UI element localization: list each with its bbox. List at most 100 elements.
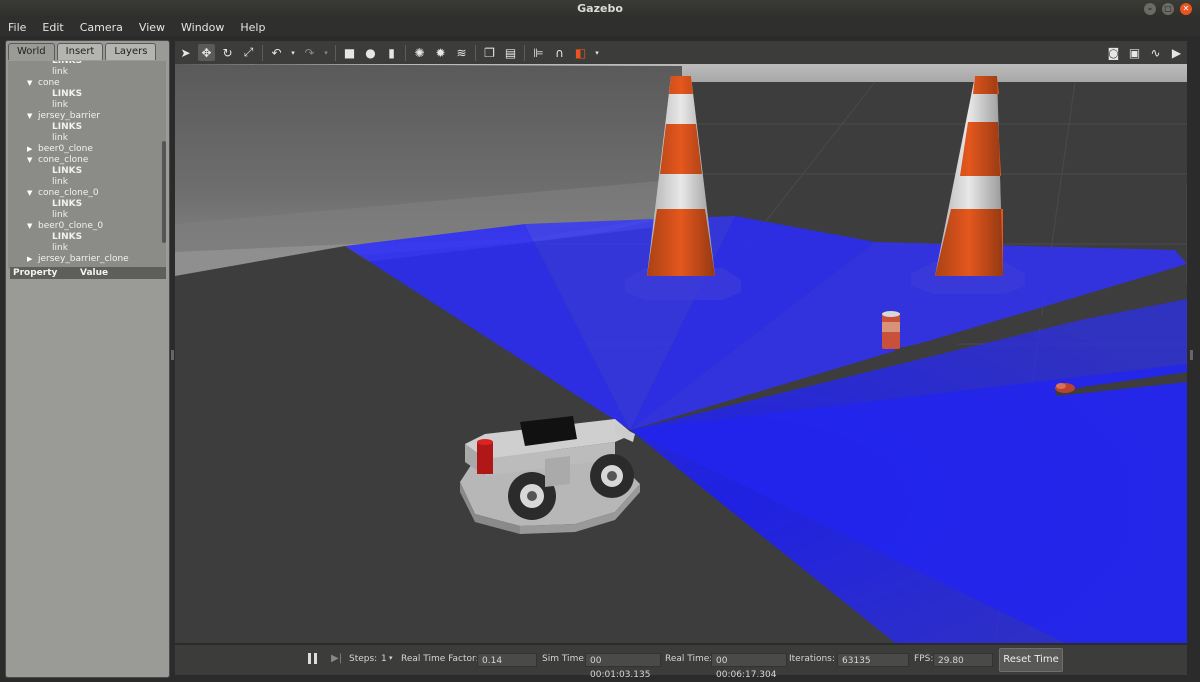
tree-item-label: jersey_barrier_clone [38,254,129,264]
copy-icon[interactable]: ❐ [481,44,498,61]
tree-item-model[interactable]: ▼ jersey_barrier [8,111,166,122]
tree-item-model[interactable]: ▼ cone [8,78,166,89]
expand-arrow-icon[interactable]: ▼ [27,78,32,89]
cylinder-shape-icon[interactable]: ▮ [383,44,400,61]
tab-world[interactable]: World [8,43,55,60]
translate-icon[interactable]: ✥ [198,44,215,61]
tree-item-link[interactable]: link [8,177,166,188]
pause-icon[interactable] [306,652,320,666]
expand-arrow-icon[interactable]: ▼ [27,155,32,166]
steps-value[interactable]: 1 [381,654,387,664]
iterations-label: Iterations: [789,654,835,664]
snap-icon[interactable]: ∩ [551,44,568,61]
expand-arrow-icon[interactable]: ▼ [27,111,32,122]
beer-can-model[interactable] [882,311,900,349]
tree-item-model[interactable]: ▼ cone_clone [8,155,166,166]
redo-icon[interactable]: ↷ [301,44,318,61]
tree-scrollbar[interactable] [162,141,166,243]
box-shape-icon[interactable]: ■ [341,44,358,61]
title-bar: Gazebo – □ ✕ [0,0,1200,18]
maximize-icon[interactable]: □ [1162,3,1174,15]
tree-item-label: cone_clone [38,155,89,165]
tree-item-label: LINKS [52,122,83,132]
menu-window[interactable]: Window [173,21,232,34]
menu-edit[interactable]: Edit [34,21,71,34]
tree-item-label: link [52,243,68,253]
left-panel: World Insert Layers LINKS link ▼ cone LINKS l… [5,40,170,678]
point-light-icon[interactable]: ✺ [411,44,428,61]
tree-item-label: link [52,177,68,187]
time-panel: ▶| Steps: 1 ▾ Real Time Factor: 0.14 Sim… [175,645,1187,680]
collapse-arrow-icon[interactable]: ▶ [27,144,32,155]
tree-item-label: LINKS [52,232,83,242]
close-icon[interactable]: ✕ [1180,3,1192,15]
tree-item-label: link [52,67,68,77]
property-header: Property Value [10,267,166,279]
tree-item-label: LINKS [52,199,83,209]
redo-dropdown-icon[interactable]: ▾ [322,44,330,61]
sim-time-field: 00 00:01:03.135 [585,653,661,680]
tree-item-link[interactable]: link [8,210,166,221]
left-splitter-handle[interactable] [171,350,174,360]
tree-item-link[interactable]: link [8,100,166,111]
tree-item-label: link [52,210,68,220]
sphere-shape-icon[interactable]: ● [362,44,379,61]
tree-item-link[interactable]: LINKS [8,199,166,210]
tree-item-model[interactable]: ▶ jersey_barrier_clone [8,254,166,265]
property-column-label: Property [13,268,58,278]
scale-icon[interactable]: ⤢ [240,44,257,61]
menu-help[interactable]: Help [232,21,273,34]
menu-camera[interactable]: Camera [72,21,131,34]
tab-layers[interactable]: Layers [105,43,157,60]
step-icon[interactable]: ▶| [331,653,342,664]
tree-item-label: link [52,133,68,143]
menu-bar: File Edit Camera View Window Help [0,18,1200,36]
tree-item-link[interactable]: LINKS [8,166,166,177]
steps-dropdown-icon[interactable]: ▾ [389,654,393,662]
tree-item-link[interactable]: LINKS [8,122,166,133]
view-dropdown-icon[interactable]: ▾ [593,44,601,61]
menu-file[interactable]: File [0,21,34,34]
beer-can-clone-model[interactable] [1055,383,1075,393]
right-splitter-handle[interactable] [1190,350,1193,360]
tree-item-label: cone_clone_0 [38,188,99,198]
tree-item-label: beer0_clone_0 [38,221,104,231]
undo-icon[interactable]: ↶ [268,44,285,61]
spot-light-icon[interactable]: ✹ [432,44,449,61]
tree-item-label: LINKS [52,61,83,66]
screenshot-camera-icon[interactable]: ◙ [1105,44,1122,61]
reset-time-button[interactable]: Reset Time [999,648,1063,672]
tree-item-link[interactable]: LINKS [8,89,166,100]
rotate-icon[interactable]: ↻ [219,44,236,61]
video-record-icon[interactable]: ▶ [1168,44,1185,61]
expand-arrow-icon[interactable]: ▼ [27,221,32,232]
tree-item-link[interactable]: link [8,67,166,78]
directional-light-icon[interactable]: ≋ [453,44,470,61]
tree-item-link[interactable]: LINKS [8,232,166,243]
align-icon[interactable]: ⊫ [530,44,547,61]
log-icon[interactable]: ▣ [1126,44,1143,61]
fps-label: FPS: [914,654,934,664]
menu-view[interactable]: View [131,21,173,34]
undo-dropdown-icon[interactable]: ▾ [289,44,297,61]
real-time-label: Real Time: [665,654,713,664]
paste-icon[interactable]: ▤ [502,44,519,61]
tree-item-model[interactable]: ▼ beer0_clone_0 [8,221,166,232]
tree-item-model[interactable]: ▶ beer0_clone [8,144,166,155]
toolbar: ➤ ✥ ↻ ⤢ ↶ ▾ ↷ ▾ ■ ● ▮ ✺ ✹ ≋ ❐ ▤ ⊫ ∩ ◧ ▾ … [175,41,1187,64]
real-time-field: 00 00:06:17.304 [711,653,787,680]
collapse-arrow-icon[interactable]: ▶ [27,254,32,265]
minimize-icon[interactable]: – [1144,3,1156,15]
change-view-icon[interactable]: ◧ [572,44,589,61]
tree-item-link[interactable]: link [8,133,166,144]
world-tree[interactable]: LINKS link ▼ cone LINKS link ▼ jersey_barrier LI… [8,61,166,269]
plot-icon[interactable]: ∿ [1147,44,1164,61]
3d-viewport[interactable] [175,64,1187,643]
expand-arrow-icon[interactable]: ▼ [27,188,32,199]
tab-insert[interactable]: Insert [56,43,104,60]
tree-item-label: beer0_clone [38,144,93,154]
window-title: Gazebo [577,2,623,15]
tree-item-model[interactable]: ▼ cone_clone_0 [8,188,166,199]
tree-item-link[interactable]: link [8,243,166,254]
select-arrow-icon[interactable]: ➤ [177,44,194,61]
